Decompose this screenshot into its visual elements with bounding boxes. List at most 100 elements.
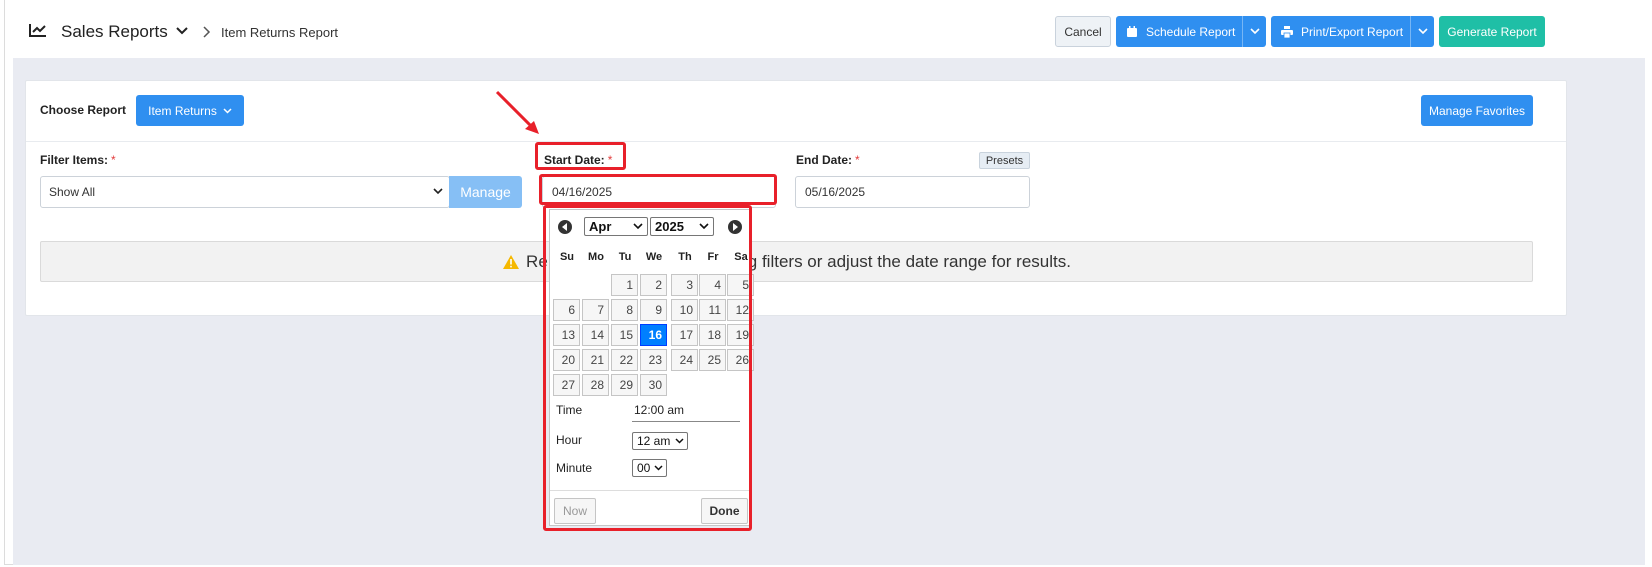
- calendar-day[interactable]: 22: [611, 349, 638, 371]
- chevron-right-icon: [203, 26, 211, 38]
- calendar-day[interactable]: 17: [671, 324, 698, 346]
- notice-text-left: Re: [526, 251, 548, 271]
- calendar-day[interactable]: 25: [699, 349, 726, 371]
- hour-select-value: 12 am: [637, 434, 671, 448]
- card-header: Choose Report Item Returns Manage Favori…: [26, 81, 1566, 142]
- filter-items-value: Show All: [49, 185, 96, 199]
- schedule-dropdown-toggle[interactable]: [1242, 16, 1266, 47]
- notice-text-right: g filters or adjust the date range for r…: [747, 251, 1071, 271]
- calendar-day[interactable]: 28: [582, 374, 609, 396]
- calendar-icon: [1127, 25, 1137, 37]
- top-bar: Sales Reports Item Returns Report Cancel…: [5, 0, 1645, 58]
- weekday-header: We: [645, 251, 663, 263]
- calendar-day-selected[interactable]: 16: [640, 324, 667, 346]
- end-date-label-text: End Date:: [796, 153, 853, 167]
- cancel-button[interactable]: Cancel: [1055, 16, 1111, 47]
- report-select-button[interactable]: Item Returns: [136, 95, 244, 126]
- calendar-day[interactable]: 20: [553, 349, 580, 371]
- calendar-day[interactable]: 3: [671, 274, 698, 296]
- calendar-day[interactable]: 18: [699, 324, 726, 346]
- manage-button[interactable]: Manage: [449, 176, 522, 208]
- calendar-day[interactable]: 8: [611, 299, 638, 321]
- filter-items-select[interactable]: Show All: [40, 176, 450, 208]
- filter-items-label: Filter Items: *: [40, 153, 116, 167]
- calendar-day[interactable]: 10: [671, 299, 698, 321]
- weekday-header: Tu: [618, 251, 632, 263]
- done-button[interactable]: Done: [701, 498, 748, 524]
- required-mark: *: [607, 153, 613, 167]
- weekday-header: Su: [559, 251, 575, 263]
- minute-select[interactable]: 00: [632, 459, 667, 477]
- hour-select[interactable]: 12 am: [632, 432, 688, 450]
- chevron-down-icon: [1249, 28, 1260, 35]
- prev-month-button[interactable]: [558, 220, 572, 234]
- month-select-value: Apr: [589, 219, 612, 234]
- start-date-label-text: Start Date:: [544, 153, 605, 167]
- print-export-button[interactable]: Print/Export Report: [1271, 16, 1434, 47]
- weekday-header: Sa: [734, 251, 748, 263]
- print-dropdown-toggle[interactable]: [1410, 16, 1434, 47]
- chevron-down-icon[interactable]: [175, 26, 189, 36]
- report-card: Choose Report Item Returns Manage Favori…: [25, 80, 1567, 316]
- weekday-header: Mo: [588, 251, 604, 263]
- line-chart-icon: [29, 24, 46, 37]
- calendar-day[interactable]: 7: [582, 299, 609, 321]
- generate-report-button[interactable]: Generate Report: [1439, 16, 1545, 47]
- minute-select-value: 00: [637, 461, 651, 475]
- time-label: Time: [556, 403, 583, 417]
- next-month-button[interactable]: [728, 220, 742, 234]
- breadcrumb: Item Returns Report: [221, 25, 339, 40]
- datepicker-footer-divider: [550, 490, 750, 491]
- presets-button[interactable]: Presets: [979, 152, 1030, 169]
- choose-report-label: Choose Report: [40, 103, 127, 117]
- calendar-day[interactable]: 5: [727, 274, 754, 296]
- chevron-down-icon: [1417, 28, 1428, 35]
- calendar-day[interactable]: 9: [640, 299, 667, 321]
- calendar-day[interactable]: 11: [699, 299, 726, 321]
- year-select-value: 2025: [655, 219, 684, 234]
- chevron-down-icon: [699, 223, 709, 230]
- calendar-day[interactable]: 12: [727, 299, 754, 321]
- chevron-down-icon: [654, 465, 663, 471]
- schedule-report-label: Schedule Report: [1146, 24, 1236, 39]
- printer-icon: [1281, 25, 1293, 38]
- weekday-header: Th: [678, 251, 692, 263]
- chevron-down-icon: [675, 438, 684, 444]
- chevron-down-icon: [223, 107, 232, 114]
- month-select[interactable]: Apr: [584, 217, 648, 236]
- calendar-day[interactable]: 23: [640, 349, 667, 371]
- content-area: Choose Report Item Returns Manage Favori…: [13, 58, 1645, 565]
- hour-label: Hour: [556, 433, 583, 447]
- start-date-input[interactable]: 04/16/2025: [542, 176, 776, 208]
- calendar-day[interactable]: 21: [582, 349, 609, 371]
- required-mark: *: [111, 153, 116, 167]
- now-button[interactable]: Now: [554, 498, 596, 524]
- end-date-input[interactable]: 05/16/2025: [795, 176, 1030, 208]
- calendar-day[interactable]: 24: [671, 349, 698, 371]
- calendar-day[interactable]: 30: [640, 374, 667, 396]
- calendar-day[interactable]: 13: [553, 324, 580, 346]
- calendar-day[interactable]: 29: [611, 374, 638, 396]
- calendar-day[interactable]: 4: [699, 274, 726, 296]
- app-title[interactable]: Sales Reports: [61, 22, 168, 42]
- schedule-report-button[interactable]: Schedule Report: [1116, 16, 1266, 47]
- calendar-day[interactable]: 15: [611, 324, 638, 346]
- report-select-label: Item Returns: [148, 103, 217, 118]
- minute-label: Minute: [556, 461, 593, 475]
- calendar-day[interactable]: 1: [611, 274, 638, 296]
- calendar-day[interactable]: 14: [582, 324, 609, 346]
- annotation-arrow: [495, 90, 539, 134]
- calendar-day[interactable]: 6: [553, 299, 580, 321]
- arrow-left-icon: [562, 223, 567, 231]
- year-select[interactable]: 2025: [650, 217, 714, 236]
- calendar-day[interactable]: 19: [727, 324, 754, 346]
- chevron-down-icon: [633, 223, 643, 230]
- datepicker-header: Apr 2025: [550, 210, 750, 244]
- calendar-day[interactable]: 26: [727, 349, 754, 371]
- calendar-day[interactable]: 27: [553, 374, 580, 396]
- filter-items-label-text: Filter Items:: [40, 153, 109, 167]
- calendar-day[interactable]: 2: [640, 274, 667, 296]
- manage-favorites-button[interactable]: Manage Favorites: [1421, 95, 1533, 126]
- datepicker: Apr 2025 Su Mo Tu We Th Fr Sa 1 2 3 4 5 6 7 8 9 10 11 12 1…: [549, 209, 754, 526]
- required-mark: *: [855, 153, 860, 167]
